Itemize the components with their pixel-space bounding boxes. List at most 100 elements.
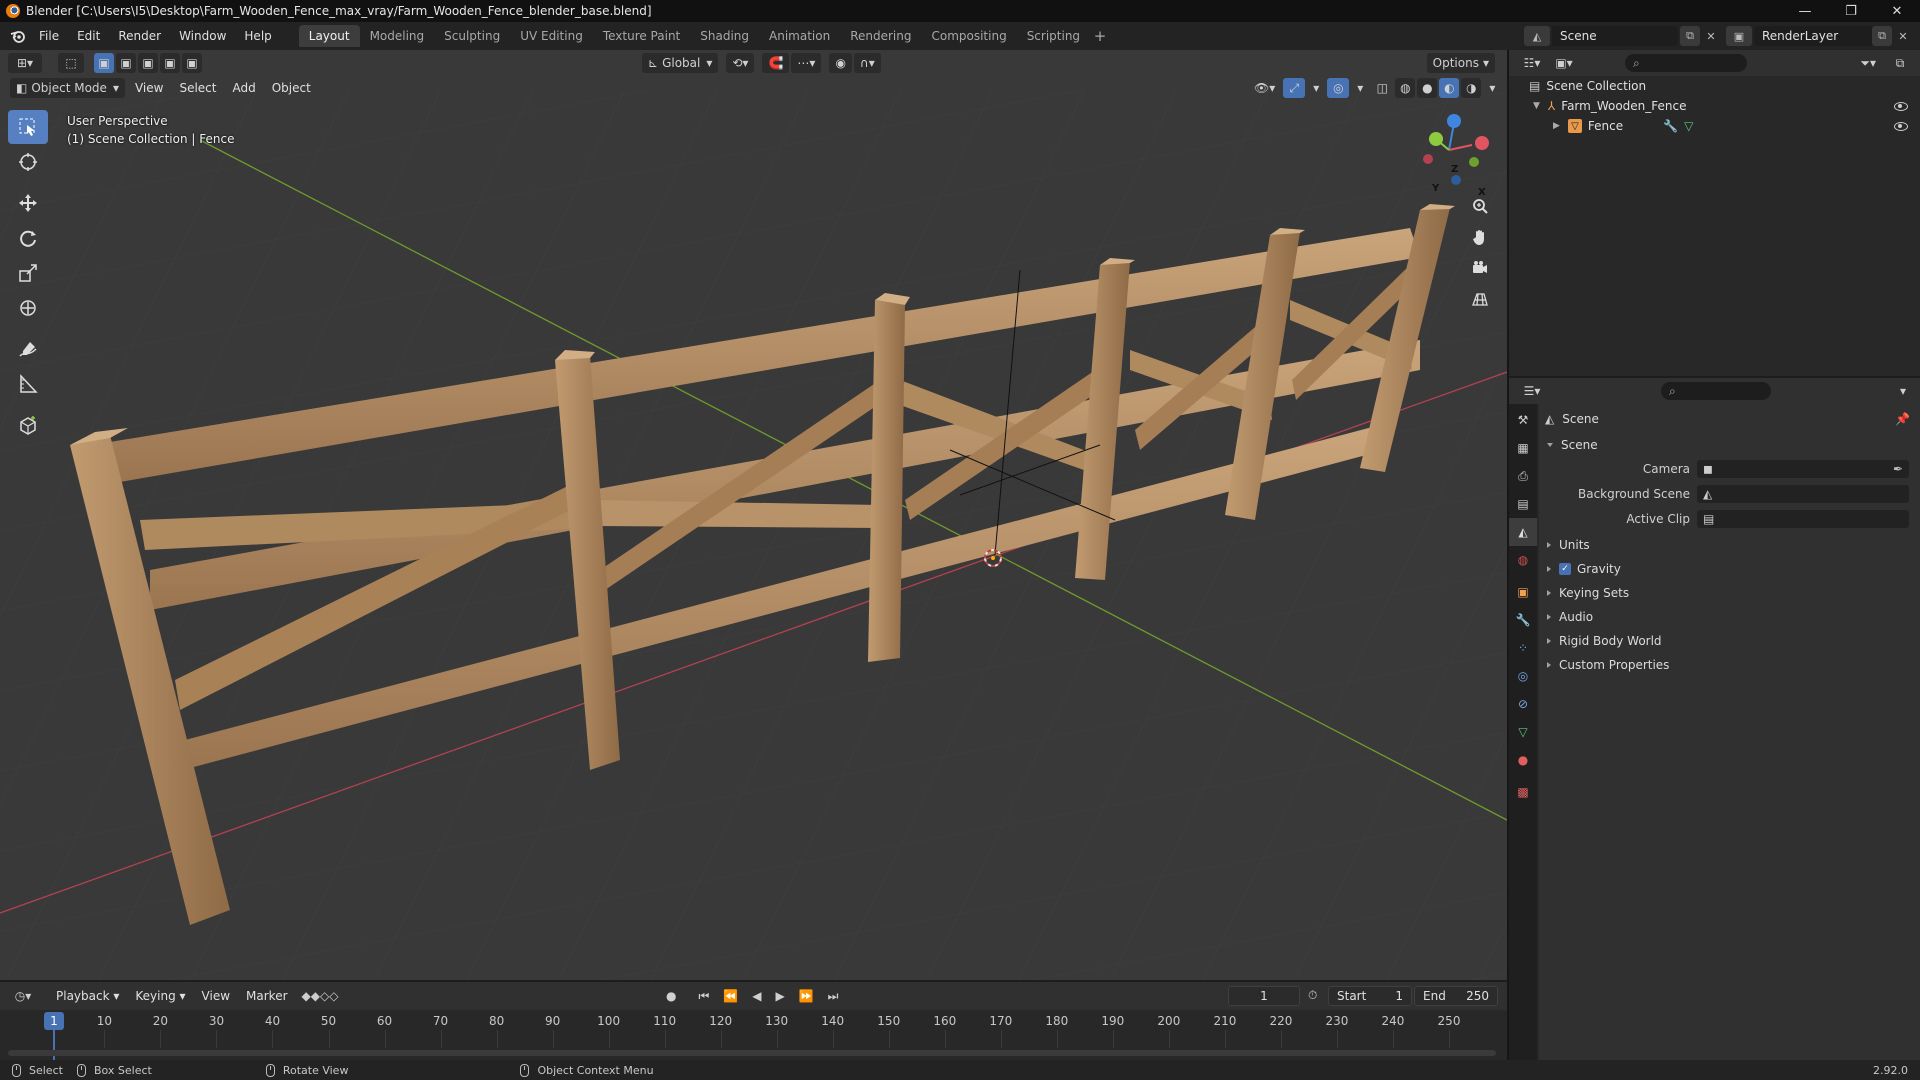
measure-tool-icon[interactable] bbox=[8, 367, 48, 401]
modifier-tab-icon[interactable]: 🔧 bbox=[1509, 606, 1537, 634]
physics-tab-icon[interactable]: ◎ bbox=[1509, 662, 1537, 690]
visibility-icon[interactable]: 👁▾ bbox=[1248, 78, 1281, 98]
next-keyframe-icon[interactable]: ⏩ bbox=[793, 986, 820, 1006]
timeline-scrollbar[interactable] bbox=[8, 1050, 1496, 1056]
menu-select[interactable]: Select bbox=[171, 81, 224, 95]
annotate-tool-icon[interactable] bbox=[8, 332, 48, 366]
rigid-body-world-panel-header[interactable]: Rigid Body World bbox=[1539, 630, 1920, 652]
transform-tool-icon[interactable] bbox=[8, 291, 48, 325]
expand-collapse-icon[interactable]: ▶ bbox=[1553, 121, 1560, 131]
scene-panel-header[interactable]: Scene bbox=[1539, 434, 1920, 456]
select-box-tool-icon[interactable] bbox=[8, 110, 48, 144]
particles-tab-icon[interactable]: ⁘ bbox=[1509, 634, 1537, 662]
remove-viewlayer-icon[interactable]: ✕ bbox=[1893, 26, 1913, 46]
menu-playback[interactable]: Playback ▾ bbox=[48, 989, 127, 1003]
prev-keyframe-icon[interactable]: ⏪ bbox=[717, 986, 744, 1006]
stopwatch-icon[interactable]: ⏱ bbox=[1308, 988, 1317, 1003]
menu-view[interactable]: View bbox=[127, 81, 171, 95]
material-shading-icon[interactable]: ◐ bbox=[1439, 78, 1460, 98]
wrench-icon[interactable]: 🔧 bbox=[1663, 119, 1678, 133]
panel-expand-icon[interactable] bbox=[1547, 542, 1551, 548]
jump-start-icon[interactable]: ⏮ bbox=[692, 986, 715, 1006]
active-clip-field[interactable]: ▤ bbox=[1697, 510, 1909, 528]
background-scene-field[interactable]: ◭ bbox=[1697, 485, 1909, 503]
display-mode-icon[interactable]: ▣▾ bbox=[1549, 53, 1579, 73]
end-frame-field[interactable]: End 250 bbox=[1414, 986, 1498, 1006]
tab-sculpting[interactable]: Sculpting bbox=[434, 25, 510, 47]
properties-options-icon[interactable]: ▾ bbox=[1894, 381, 1912, 401]
pivot-point-icon[interactable]: ⟲▾ bbox=[726, 53, 755, 73]
new-scene-icon[interactable]: ⧉ bbox=[1680, 26, 1700, 46]
tab-rendering[interactable]: Rendering bbox=[840, 25, 921, 47]
panel-collapse-icon[interactable] bbox=[1547, 443, 1553, 447]
outliner-editor-type-icon[interactable]: ☷▾ bbox=[1517, 53, 1547, 73]
add-workspace-button[interactable]: + bbox=[1090, 25, 1110, 47]
options-dropdown[interactable]: Options ▾ bbox=[1426, 53, 1495, 73]
viewport-canvas[interactable] bbox=[0, 50, 1507, 980]
eye-icon[interactable] bbox=[1894, 101, 1908, 111]
constraints-tab-icon[interactable]: ⊘ bbox=[1509, 690, 1537, 718]
panel-expand-icon[interactable] bbox=[1547, 590, 1551, 596]
keying-sets-panel-header[interactable]: Keying Sets bbox=[1539, 582, 1920, 604]
transform-orientation-dropdown[interactable]: ⊾ Global ▾ bbox=[642, 53, 719, 73]
units-panel-header[interactable]: Units bbox=[1539, 534, 1920, 556]
cursor-tool-icon[interactable] bbox=[8, 145, 48, 179]
pin-icon[interactable]: 📌 bbox=[1895, 412, 1910, 426]
scene-browse-icon[interactable]: ◭ bbox=[1524, 26, 1550, 46]
select-new-icon[interactable]: ▣ bbox=[94, 53, 114, 73]
menu-add[interactable]: Add bbox=[224, 81, 263, 95]
new-collection-icon[interactable]: ⧉ bbox=[1888, 53, 1912, 73]
tab-texture-paint[interactable]: Texture Paint bbox=[593, 25, 690, 47]
viewlayer-browse-icon[interactable]: ▣ bbox=[1726, 26, 1752, 46]
snap-target-icon[interactable]: ⋯▾ bbox=[791, 53, 822, 73]
timeline-editor-type-icon[interactable]: ◷▾ bbox=[8, 986, 38, 1006]
jump-end-icon[interactable]: ⏭ bbox=[822, 986, 845, 1006]
gizmo-z-label[interactable]: Z bbox=[1451, 164, 1458, 175]
custom-properties-panel-header[interactable]: Custom Properties bbox=[1539, 654, 1920, 676]
eye-icon[interactable] bbox=[1894, 121, 1908, 131]
camera-view-icon[interactable] bbox=[1466, 254, 1494, 282]
minimize-button[interactable]: — bbox=[1782, 0, 1828, 22]
panel-expand-icon[interactable] bbox=[1547, 638, 1551, 644]
select-extend-icon[interactable]: ▣ bbox=[116, 53, 136, 73]
menu-help[interactable]: Help bbox=[235, 26, 280, 46]
tool-tab-icon[interactable]: ⚒ bbox=[1509, 406, 1537, 434]
properties-search-input[interactable]: ⌕ bbox=[1661, 382, 1771, 400]
play-icon[interactable]: ▶ bbox=[769, 986, 790, 1006]
panel-expand-icon[interactable] bbox=[1547, 614, 1551, 620]
snap-toggle-icon[interactable]: 🧲 bbox=[762, 53, 790, 73]
menu-marker[interactable]: Marker bbox=[238, 989, 295, 1003]
shading-dropdown-icon[interactable]: ▾ bbox=[1483, 78, 1501, 98]
gizmo-dropdown-icon[interactable]: ▾ bbox=[1307, 78, 1325, 98]
solid-shading-icon[interactable]: ● bbox=[1417, 78, 1438, 98]
gizmo-toggle-icon[interactable]: ⤢ bbox=[1283, 78, 1306, 98]
tab-modeling[interactable]: Modeling bbox=[360, 25, 435, 47]
tab-uv-editing[interactable]: UV Editing bbox=[510, 25, 593, 47]
select-invert-icon[interactable]: ▣ bbox=[160, 53, 180, 73]
outliner-row-collection[interactable]: ▼ ⅄ Farm_Wooden_Fence bbox=[1509, 96, 1920, 116]
menu-timeline-view[interactable]: View bbox=[194, 989, 238, 1003]
overlays-dropdown-icon[interactable]: ▾ bbox=[1351, 78, 1369, 98]
expand-collapse-icon[interactable]: ▼ bbox=[1533, 101, 1540, 111]
pan-hand-icon[interactable] bbox=[1466, 223, 1494, 251]
move-tool-icon[interactable] bbox=[8, 186, 48, 220]
texture-tab-icon[interactable]: ▩ bbox=[1509, 778, 1537, 806]
rotate-tool-icon[interactable] bbox=[8, 221, 48, 255]
3d-viewport[interactable]: Z X Y ⊞▾ ⬚ ▣ ▣ ▣ ▣ ▣ ⊾ Global ▾ ⟲▾ 🧲 ⋯▾ … bbox=[0, 50, 1507, 980]
select-subtract-icon[interactable]: ▣ bbox=[138, 53, 158, 73]
rendered-shading-icon[interactable]: ◑ bbox=[1461, 78, 1482, 98]
start-frame-field[interactable]: Start 1 bbox=[1328, 986, 1412, 1006]
xray-toggle-icon[interactable]: ◫ bbox=[1371, 78, 1393, 98]
camera-field[interactable]: ◼ ✒ bbox=[1697, 460, 1909, 478]
mode-dropdown[interactable]: ◧ Object Mode ▾ bbox=[10, 78, 125, 98]
eyedropper-icon[interactable]: ✒ bbox=[1893, 462, 1903, 476]
editor-type-icon[interactable]: ⊞▾ bbox=[8, 53, 42, 73]
outliner-search-input[interactable]: ⌕ bbox=[1625, 54, 1747, 72]
proportional-falloff-icon[interactable]: ∩▾ bbox=[853, 53, 881, 73]
panel-expand-icon[interactable] bbox=[1547, 662, 1551, 668]
viewlayer-name-field[interactable]: RenderLayer bbox=[1754, 26, 1880, 46]
ortho-grid-icon[interactable] bbox=[1466, 285, 1494, 313]
menu-object[interactable]: Object bbox=[264, 81, 319, 95]
timeline-ruler[interactable]: 10 20 30 40 50 60 70 80 90 100 110 120 130 140 150 160 1… bbox=[0, 1010, 1507, 1060]
close-button[interactable]: ✕ bbox=[1874, 0, 1920, 22]
